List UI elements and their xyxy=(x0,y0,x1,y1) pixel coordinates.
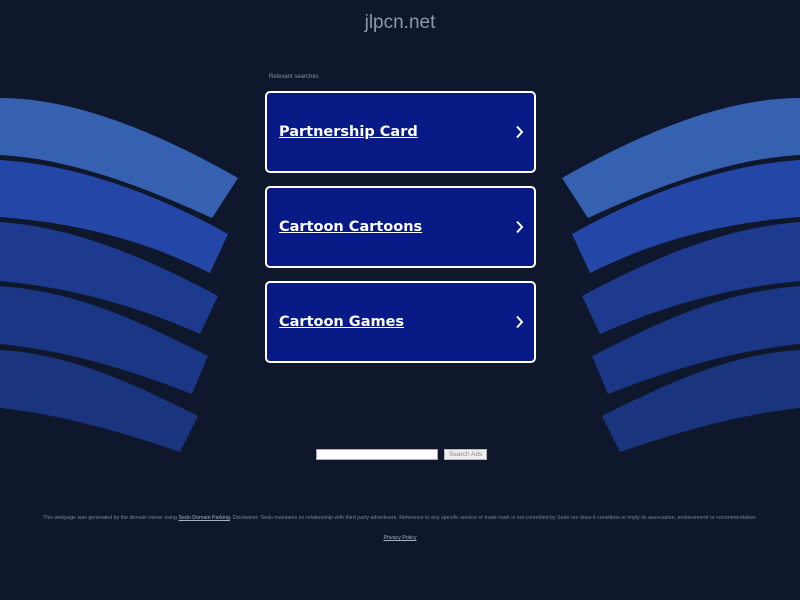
related-search-label: Partnership Card xyxy=(279,124,418,140)
ad-search-input[interactable] xyxy=(316,449,438,460)
chevron-right-icon xyxy=(516,315,524,329)
related-search-link[interactable]: Cartoon Cartoons xyxy=(265,186,536,268)
related-search-link[interactable]: Partnership Card xyxy=(265,91,536,173)
search-ads-button[interactable]: Search Ads xyxy=(444,449,488,460)
disclaimer-prefix: This webpage was generated by the domain… xyxy=(43,515,179,521)
chevron-right-icon xyxy=(516,125,524,139)
parked-domain-page: jlpcn.net Relevant searches Partnership … xyxy=(0,0,800,600)
footer-disclaimer: This webpage was generated by the domain… xyxy=(40,515,760,522)
related-search-link[interactable]: Cartoon Games xyxy=(265,281,536,363)
chevron-right-icon xyxy=(516,220,524,234)
ad-search-form: Search Ads xyxy=(316,449,488,460)
privacy-policy-container: Privacy Policy xyxy=(0,535,800,541)
privacy-policy-link[interactable]: Privacy Policy xyxy=(384,535,417,541)
disclaimer-text: . Disclaimer: Sedo maintains no relation… xyxy=(229,515,757,521)
related-searches-label: Relevant searches xyxy=(269,74,319,80)
domain-title: jlpcn.net xyxy=(364,12,436,33)
sedo-domain-parking-link[interactable]: Sedo Domain Parking xyxy=(178,515,230,521)
related-search-label: Cartoon Games xyxy=(279,314,405,330)
related-searches-list: Partnership Card Cartoon Cartoons Cartoo… xyxy=(265,91,536,376)
related-search-label: Cartoon Cartoons xyxy=(279,219,423,235)
